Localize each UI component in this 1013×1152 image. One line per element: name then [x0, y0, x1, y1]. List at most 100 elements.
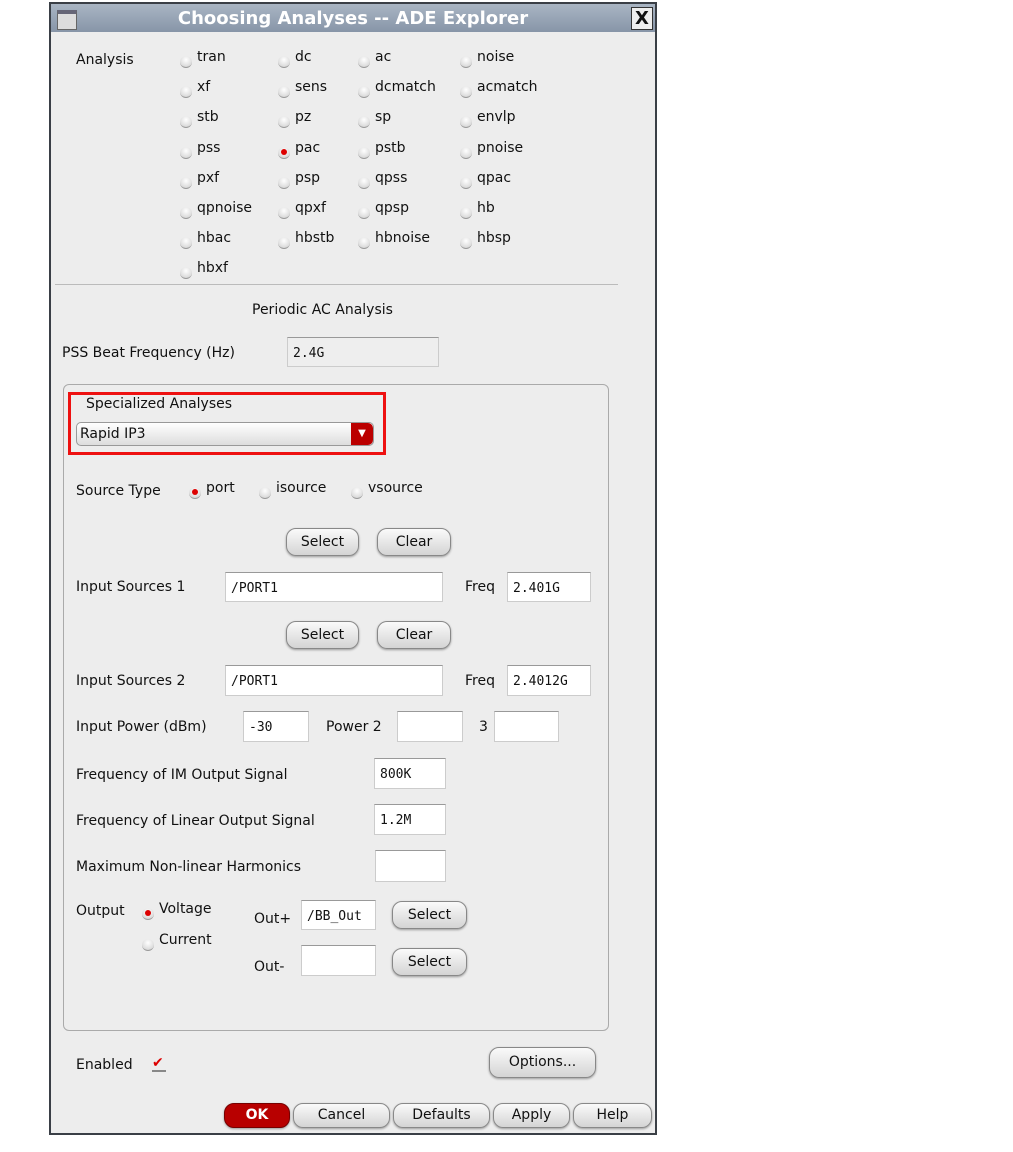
- max-nonlinear-harmonics-field[interactable]: [375, 850, 446, 882]
- select-button-1[interactable]: Select: [286, 528, 359, 556]
- analysis-hb-radio[interactable]: [460, 207, 472, 219]
- analysis-noise-radio[interactable]: [460, 56, 472, 68]
- analysis-qpsp-label: qpsp: [375, 200, 409, 216]
- source-port-radio[interactable]: [189, 487, 201, 499]
- input-power-label: Input Power (dBm): [76, 719, 207, 735]
- clear-button-2[interactable]: Clear: [377, 621, 451, 649]
- ok-button[interactable]: OK: [224, 1103, 290, 1128]
- analysis-acmatch-label: acmatch: [477, 79, 538, 96]
- analysis-sp-label: sp: [375, 109, 392, 126]
- im-output-frequency-field[interactable]: 800K: [374, 758, 446, 789]
- analysis-qpsp-radio[interactable]: [358, 207, 370, 219]
- analysis-qpss-radio[interactable]: [358, 176, 370, 189]
- options-button[interactable]: Options...: [489, 1047, 596, 1078]
- analysis-label: Analysis: [76, 52, 134, 68]
- window-title: Choosing Analyses -- ADE Explorer: [177, 8, 529, 29]
- linear-output-frequency-field[interactable]: 1.2M: [374, 804, 446, 835]
- out-plus-label: Out+: [254, 911, 292, 927]
- output-voltage-label: Voltage: [159, 901, 212, 917]
- apply-button[interactable]: Apply: [493, 1103, 570, 1128]
- power-2-label: Power 2: [326, 719, 382, 735]
- analysis-qpac-label: qpac: [477, 169, 512, 186]
- input-sources-1-field[interactable]: /PORT1: [225, 572, 443, 602]
- analysis-ac-radio[interactable]: [358, 56, 370, 68]
- analysis-hbxf-label: hbxf: [197, 260, 228, 277]
- section-title: Periodic AC Analysis: [252, 302, 393, 318]
- cancel-button[interactable]: Cancel: [293, 1103, 390, 1128]
- enabled-label: Enabled: [76, 1057, 133, 1073]
- analysis-sens-label: sens: [295, 79, 328, 96]
- close-button[interactable]: X: [631, 7, 653, 30]
- analysis-hbac-label: hbac: [197, 230, 232, 247]
- analysis-envlp-label: envlp: [477, 109, 516, 126]
- analysis-hb-label: hb: [477, 200, 495, 216]
- defaults-button[interactable]: Defaults: [393, 1103, 490, 1128]
- analysis-pnoise-label: pnoise: [477, 139, 524, 156]
- analysis-pss-radio[interactable]: [180, 146, 192, 159]
- source-vsource-radio[interactable]: [351, 487, 363, 499]
- out-minus-label: Out-: [254, 959, 285, 975]
- analysis-tran-label: tran: [197, 49, 226, 65]
- help-button[interactable]: Help: [573, 1103, 652, 1128]
- source-port-label: port: [206, 480, 235, 496]
- analysis-hbstb-label: hbstb: [295, 230, 335, 247]
- analysis-qpxf-label: qpxf: [295, 200, 326, 216]
- max-nonlinear-harmonics-label: Maximum Non-linear Harmonics: [76, 859, 302, 875]
- out-plus-select-button[interactable]: Select: [392, 901, 467, 929]
- specialized-analyses-dropdown[interactable]: Rapid IP3 ▼: [76, 422, 374, 446]
- out-plus-field[interactable]: /BB_Out: [301, 900, 376, 930]
- out-minus-select-button[interactable]: Select: [392, 948, 467, 976]
- input-sources-2-field[interactable]: /PORT1: [225, 665, 443, 696]
- output-voltage-radio[interactable]: [142, 908, 154, 920]
- pss-beat-frequency-label: PSS Beat Frequency (Hz): [62, 345, 235, 361]
- title-bar[interactable]: Choosing Analyses -- ADE Explorer X: [51, 4, 655, 32]
- analysis-qpnoise-label: qpnoise: [197, 200, 253, 216]
- analysis-qpac-radio[interactable]: [460, 176, 472, 189]
- source-vsource-label: vsource: [368, 480, 423, 496]
- analysis-dc-radio[interactable]: [278, 56, 290, 68]
- clear-button-1[interactable]: Clear: [377, 528, 451, 556]
- select-button-2[interactable]: Select: [286, 621, 359, 649]
- enabled-checkbox[interactable]: ✔: [152, 1056, 166, 1072]
- output-current-radio[interactable]: [142, 939, 154, 951]
- analysis-pac-radio[interactable]: [278, 146, 290, 159]
- freq-1-label: Freq: [465, 579, 495, 595]
- power-2-field[interactable]: [397, 711, 463, 742]
- analysis-tran-radio[interactable]: [180, 56, 192, 68]
- analysis-qpnoise-radio[interactable]: [180, 207, 192, 219]
- analysis-pxf-radio[interactable]: [180, 176, 192, 189]
- freq-2-field[interactable]: 2.4012G: [507, 665, 591, 696]
- analysis-pnoise-radio[interactable]: [460, 146, 472, 159]
- output-current-label: Current: [159, 932, 212, 948]
- im-output-frequency-label: Frequency of IM Output Signal: [76, 767, 288, 783]
- input-power-field[interactable]: -30: [243, 711, 309, 742]
- analysis-dc-label: dc: [295, 49, 312, 65]
- dropdown-value: Rapid IP3: [80, 426, 146, 442]
- analysis-noise-label: noise: [477, 49, 515, 65]
- source-isource-radio[interactable]: [259, 487, 271, 499]
- pss-beat-frequency-field: 2.4G: [287, 337, 439, 367]
- source-type-label: Source Type: [76, 483, 161, 499]
- analysis-psp-radio[interactable]: [278, 176, 290, 189]
- analysis-stb-label: stb: [197, 109, 219, 126]
- freq-1-field[interactable]: 2.401G: [507, 572, 591, 602]
- input-sources-1-label: Input Sources 1: [76, 579, 186, 595]
- analysis-pstb-label: pstb: [375, 139, 406, 156]
- analysis-hbnoise-label: hbnoise: [375, 230, 430, 247]
- analysis-pac-label: pac: [295, 139, 321, 156]
- analysis-pss-label: pss: [197, 139, 221, 156]
- analysis-pstb-radio[interactable]: [358, 146, 370, 159]
- source-isource-label: isource: [276, 480, 327, 496]
- linear-output-frequency-label: Frequency of Linear Output Signal: [76, 813, 315, 829]
- analysis-qpxf-radio[interactable]: [278, 207, 290, 219]
- specialized-analyses-label: Specialized Analyses: [86, 396, 233, 412]
- chevron-down-icon[interactable]: ▼: [351, 423, 373, 445]
- power-3-label: 3: [479, 719, 488, 735]
- analysis-pxf-label: pxf: [197, 169, 220, 186]
- options-group-box: [63, 384, 609, 1031]
- analysis-qpss-label: qpss: [375, 169, 408, 186]
- analysis-pz-label: pz: [295, 109, 312, 126]
- output-label: Output: [76, 903, 125, 919]
- out-minus-field[interactable]: [301, 945, 376, 976]
- power-3-field[interactable]: [494, 711, 559, 742]
